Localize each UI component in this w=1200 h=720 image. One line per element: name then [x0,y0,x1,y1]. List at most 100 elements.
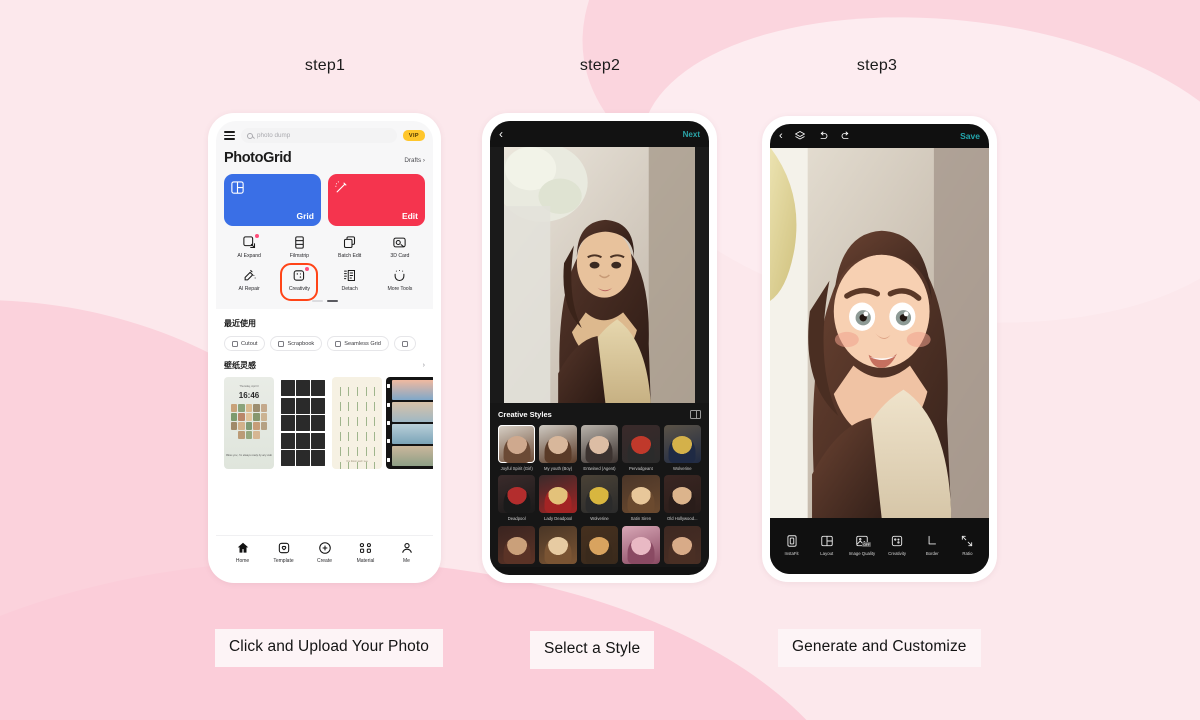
nav-item-template[interactable]: Template [263,541,304,564]
drafts-button[interactable]: Drafts › [404,157,425,164]
search-input[interactable]: photo dump [241,128,397,143]
search-placeholder: photo dump [257,132,291,139]
seamless-grid-icon [335,340,342,347]
tool-ai-expand[interactable]: AI Expand [224,234,274,259]
style-card[interactable]: Wolverine [580,475,619,521]
chevron-right-icon: › [422,157,425,164]
style-card[interactable]: Old Hollywood... [663,475,701,522]
tool-label: Creativity [288,286,310,292]
style-label: Old Hollywood... [667,516,698,522]
nav-item-material[interactable]: Material [345,541,386,564]
phone3-header: ‹ Save [770,124,989,148]
wallpaper-chevron-icon[interactable]: › [423,362,425,369]
nav-item-me[interactable]: Me [386,541,427,564]
chip-scrapbook[interactable]: Scrapbook [270,336,323,351]
tool-label: AI Repair [238,286,260,292]
style-card[interactable]: Pervadgeant [622,425,660,471]
style-card[interactable] [539,525,577,567]
bottom-navigation: Home Template Create Material Me [216,535,433,575]
nav-item-home[interactable]: Home [222,541,263,564]
style-thumbnail-figure [668,436,696,463]
style-card[interactable] [498,525,536,567]
material-icon [359,541,373,555]
back-chevron-icon[interactable]: ‹ [779,130,783,142]
vip-badge[interactable]: VIP [402,130,425,141]
grid-card[interactable]: Grid [224,174,321,226]
style-card[interactable] [663,525,701,567]
style-card[interactable]: My youth (Boy) [539,425,577,471]
tool-batch-edit[interactable]: Batch Edit [325,235,375,259]
chip-cutout[interactable]: Cutout [224,336,266,351]
photo-grid [281,380,325,466]
edited-image-canvas[interactable] [770,148,989,518]
off-badge: OFF [861,542,872,547]
style-thumbnail [580,525,619,564]
redo-icon[interactable] [840,130,852,142]
step-caption-2: Select a Style [530,631,655,669]
toolbar-item-label: Layout [820,551,834,556]
compare-icon[interactable] [690,410,701,419]
style-card[interactable]: Lady Deadpool [539,475,577,521]
wallpaper-item[interactable] [278,377,328,469]
style-thumbnail-figure [544,536,572,564]
style-card[interactable]: Joyful Spirit (Girl) [498,425,536,471]
style-thumbnail [498,425,536,463]
wallpaper-list[interactable]: Thursday, April 3 16:46 Bless you, I'm a… [224,377,433,469]
toolbar-item-ratio[interactable]: Ratio [950,534,985,556]
chip-label: Scrapbook [287,340,315,347]
toolbar-item-label: Ratio [962,551,973,556]
style-card[interactable]: Deadpool [498,475,536,522]
phone2-screen: ‹ Next Creative Styles Joyful Spirit (Gi… [490,121,709,575]
phone-mockup-3: ‹ Save InstaFit Layout OFF Image Quality… [762,116,997,582]
wallpaper-section-header: 壁纸灵感 › [224,360,425,371]
style-card[interactable] [622,525,660,567]
style-label: Deadpool [507,516,526,522]
chip-seamless-grid[interactable]: Seamless Grid [327,336,389,351]
wallpaper-item[interactable] [386,377,433,469]
style-card[interactable]: Entwined (Agent) [580,425,619,471]
style-card[interactable]: Satin Siren [622,475,660,521]
border-icon [925,534,939,548]
tool-detach[interactable]: Detach [325,268,375,292]
tool-more-tools[interactable]: More Tools [375,268,425,292]
layers-icon[interactable] [794,130,806,142]
toolbar-item-creativity[interactable]: Creativity [880,534,915,556]
toolbar-item-image-quality[interactable]: OFF Image Quality [844,534,879,556]
filmstrip-icon [292,235,307,250]
preview-photo[interactable] [490,147,709,403]
phone-mockup-1: photo dump VIP PhotoGrid Drafts › Grid E… [208,113,441,583]
edit-card[interactable]: Edit [328,174,425,226]
home-icon [236,541,250,555]
search-icon [247,132,253,139]
toolbar-item-border[interactable]: Border [915,534,950,556]
wallpaper-section-title: 壁纸灵感 [224,361,256,370]
next-button[interactable]: Next [683,130,700,139]
toolbar-item-instafit[interactable]: InstaFit [774,534,809,556]
style-thumbnail [539,425,577,463]
tool-pager[interactable] [224,300,425,302]
style-card[interactable] [580,525,619,567]
toolbar-item-layout[interactable]: Layout [809,534,844,556]
undo-icon[interactable] [817,130,829,142]
style-thumbnail [498,525,536,564]
tool-ai-repair[interactable]: AI Repair [224,268,274,292]
tool-3d-card[interactable]: 3D Card [375,235,425,259]
wallpaper-item[interactable]: Thursday, April 3 16:46 Bless you, I'm a… [224,377,274,469]
phone1-top-panel: photo dump VIP PhotoGrid Drafts › Grid E… [216,121,433,309]
style-card[interactable]: Wolverine [663,425,701,471]
tool-creativity[interactable]: Creativity [274,263,324,301]
wallpaper-item[interactable]: You bloom and I see [332,377,382,469]
style-thumbnail-figure [627,436,655,463]
back-chevron-icon[interactable]: ‹ [499,128,503,140]
hamburger-icon[interactable] [224,131,235,140]
more-icon [401,340,408,347]
nav-label: Home [235,558,250,564]
nav-item-create[interactable]: Create [304,541,345,564]
magic-wand-icon [335,181,347,193]
save-button[interactable]: Save [960,131,980,141]
chip-overflow[interactable] [393,336,416,351]
tool-filmstrip[interactable]: Filmstrip [274,235,324,259]
style-label: Joyful Spirit (Girl) [500,466,533,471]
style-label: My youth (Boy) [544,466,573,471]
wallpaper-time: 16:46 [238,391,260,400]
